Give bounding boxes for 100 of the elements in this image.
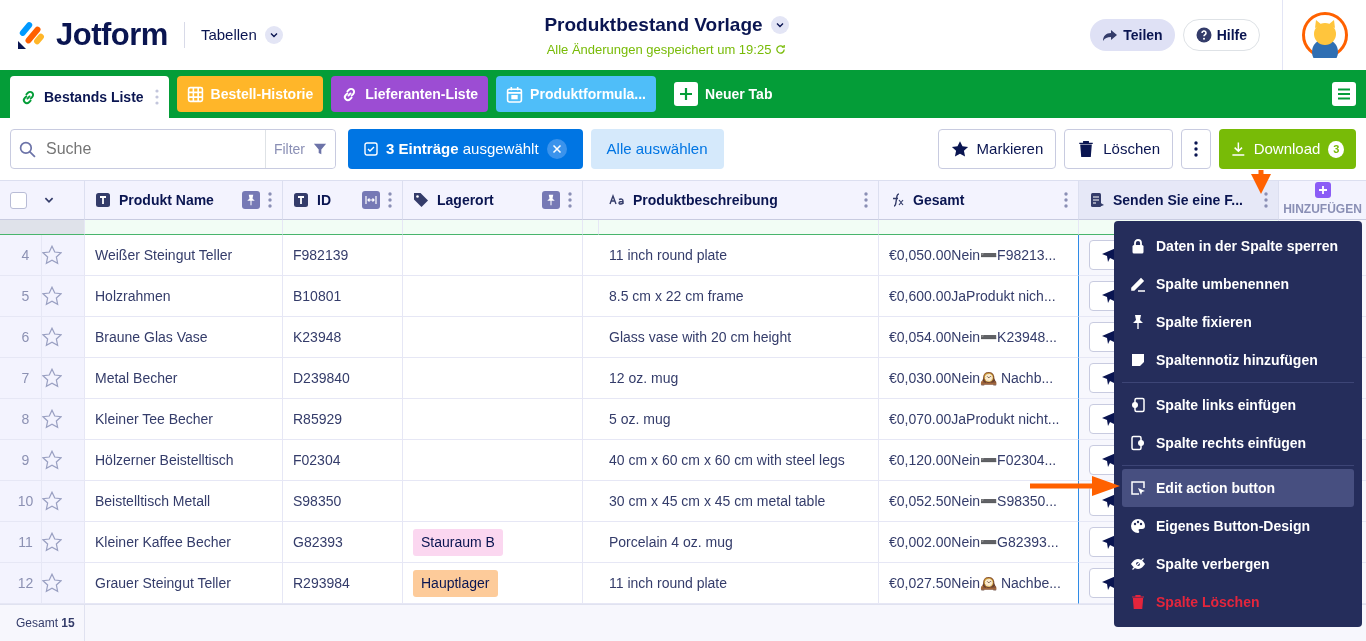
trash-icon bbox=[1130, 594, 1146, 610]
star-icon[interactable] bbox=[42, 573, 62, 593]
menu-item[interactable]: Edit action button bbox=[1122, 469, 1354, 507]
column-title[interactable]: Gesamt bbox=[913, 189, 965, 211]
trash-icon bbox=[1077, 140, 1096, 158]
row-number: 9 bbox=[0, 440, 42, 481]
star-icon[interactable] bbox=[42, 368, 62, 388]
chevron-icon[interactable] bbox=[770, 16, 789, 35]
table-cell: €0,027.50Nein🕰 Nachbe... bbox=[879, 563, 1079, 604]
document-title: Produktbestand Vorlage bbox=[544, 13, 763, 37]
table-cell: Kleiner Kaffee Becher bbox=[85, 522, 283, 563]
refresh-icon bbox=[775, 43, 787, 55]
column-title[interactable]: ID bbox=[317, 189, 331, 211]
menu-item[interactable]: Daten in der Spalte sperren bbox=[1122, 227, 1354, 265]
more-button[interactable] bbox=[1181, 129, 1211, 169]
arrow-drawing bbox=[1251, 170, 1271, 194]
row-number: 8 bbox=[0, 399, 42, 440]
star-icon[interactable] bbox=[42, 491, 62, 511]
column-title[interactable]: Produktbeschreibung bbox=[633, 189, 778, 211]
chevron-icon bbox=[264, 26, 283, 44]
insert-left-icon bbox=[1130, 397, 1146, 413]
menu-item[interactable]: Spalte rechts einfügen bbox=[1122, 424, 1354, 462]
select-all-checkbox[interactable] bbox=[10, 191, 27, 209]
table-cell: €0,120.00Nein➖F02304... bbox=[879, 440, 1079, 481]
menu-item[interactable]: Spaltennotiz hinzufügen bbox=[1122, 341, 1354, 379]
pencil-icon bbox=[1130, 276, 1146, 292]
table-cell: K23948 bbox=[283, 317, 403, 358]
palette-icon bbox=[1130, 518, 1146, 534]
table-cell: Braune Glas Vase bbox=[85, 317, 283, 358]
menu-item[interactable]: Eigenes Button-Design bbox=[1122, 507, 1354, 545]
menu-icon[interactable] bbox=[1332, 82, 1356, 106]
table-cell: €0,002.00Nein➖G82393... bbox=[879, 522, 1079, 563]
star-icon[interactable] bbox=[42, 532, 62, 552]
delete-button[interactable]: Löschen bbox=[1064, 129, 1173, 169]
share-button[interactable]: Teilen bbox=[1090, 19, 1175, 51]
more-icon[interactable] bbox=[568, 192, 572, 208]
table-cell: S98350 bbox=[283, 481, 403, 522]
table-cell: F982139 bbox=[283, 235, 403, 276]
help-icon bbox=[1195, 27, 1212, 43]
pin-icon[interactable] bbox=[242, 191, 260, 209]
menu-item[interactable]: Spalte fixieren bbox=[1122, 303, 1354, 341]
table-cell: D239840 bbox=[283, 358, 403, 399]
column-title[interactable]: Lagerort bbox=[437, 189, 494, 211]
menu-item[interactable]: Spalte verbergen bbox=[1122, 545, 1354, 583]
table-cell: Grauer Steingut Teller bbox=[85, 563, 283, 604]
plus-icon bbox=[1314, 182, 1331, 198]
star-icon[interactable] bbox=[42, 286, 62, 306]
star-icon[interactable] bbox=[42, 409, 62, 429]
row-number: 10 bbox=[0, 481, 42, 522]
select-all-button[interactable]: Alle auswählen bbox=[590, 129, 724, 169]
section-dropdown[interactable]: Tabellen bbox=[200, 23, 283, 47]
table-cell: R85929 bbox=[283, 399, 403, 440]
column-title[interactable]: Produkt Name bbox=[119, 189, 214, 211]
row-number: 12 bbox=[0, 563, 42, 604]
pin-icon[interactable] bbox=[542, 191, 560, 209]
row-number: 4 bbox=[0, 235, 42, 276]
more-icon[interactable] bbox=[864, 192, 868, 208]
text-size-icon bbox=[609, 192, 625, 208]
lock-icon bbox=[1130, 238, 1146, 254]
total-count: Gesamt 15 bbox=[16, 615, 75, 632]
table-cell: Kleiner Tee Becher bbox=[85, 399, 283, 440]
star-icon[interactable] bbox=[42, 327, 62, 347]
table-cell: F02304 bbox=[283, 440, 403, 481]
more-icon[interactable] bbox=[1064, 192, 1068, 208]
selection-count: 3 Einträge ausgewählt bbox=[386, 138, 539, 159]
close-icon[interactable] bbox=[546, 139, 567, 159]
save-status: Alle Änderungen gespeichert um 19:25 bbox=[546, 40, 772, 59]
column-title[interactable]: Senden Sie eine F... bbox=[1113, 189, 1243, 211]
star-icon[interactable] bbox=[42, 245, 62, 265]
location-tag: Stauraum B bbox=[413, 528, 503, 556]
more-icon[interactable] bbox=[268, 192, 272, 208]
avatar[interactable] bbox=[1301, 12, 1348, 58]
checkbox-icon bbox=[364, 142, 378, 156]
cursor-icon bbox=[1130, 480, 1146, 496]
table-cell: G82393 bbox=[283, 522, 403, 563]
menu-item[interactable]: Spalte links einfügen bbox=[1122, 386, 1354, 424]
menu-item[interactable]: Spalte umbenennen bbox=[1122, 265, 1354, 303]
table-cell bbox=[583, 220, 599, 235]
filter-icon bbox=[313, 142, 327, 156]
grid-icon bbox=[186, 85, 204, 103]
star-icon bbox=[950, 140, 969, 158]
more-icon[interactable] bbox=[388, 192, 392, 208]
table-cell: €0,600.00JaProdukt nich... bbox=[879, 276, 1079, 317]
note-icon bbox=[1130, 352, 1146, 368]
star-icon[interactable] bbox=[42, 450, 62, 470]
new-tab-button[interactable]: Neuer Tab bbox=[664, 76, 783, 112]
mark-button[interactable]: Markieren bbox=[937, 129, 1057, 169]
table-tab[interactable]: Lieferanten-Liste bbox=[331, 76, 489, 112]
row-number: 7 bbox=[0, 358, 42, 399]
drag-handle-icon[interactable] bbox=[154, 89, 159, 105]
table-cell: R293984 bbox=[283, 563, 403, 604]
table-cell: Metal Becher bbox=[85, 358, 283, 399]
table-tab[interactable]: Bestands Liste bbox=[10, 76, 169, 118]
row-number: 5 bbox=[0, 276, 42, 317]
help-button[interactable]: Hilfe bbox=[1182, 19, 1260, 51]
more-icon[interactable] bbox=[1264, 192, 1268, 208]
fit-width-icon[interactable] bbox=[362, 191, 380, 209]
table-cell: Holzrahmen bbox=[85, 276, 283, 317]
location-tag: Hauptlager bbox=[413, 569, 498, 597]
table-cell: €0,052.50Nein➖S98350... bbox=[879, 481, 1079, 522]
